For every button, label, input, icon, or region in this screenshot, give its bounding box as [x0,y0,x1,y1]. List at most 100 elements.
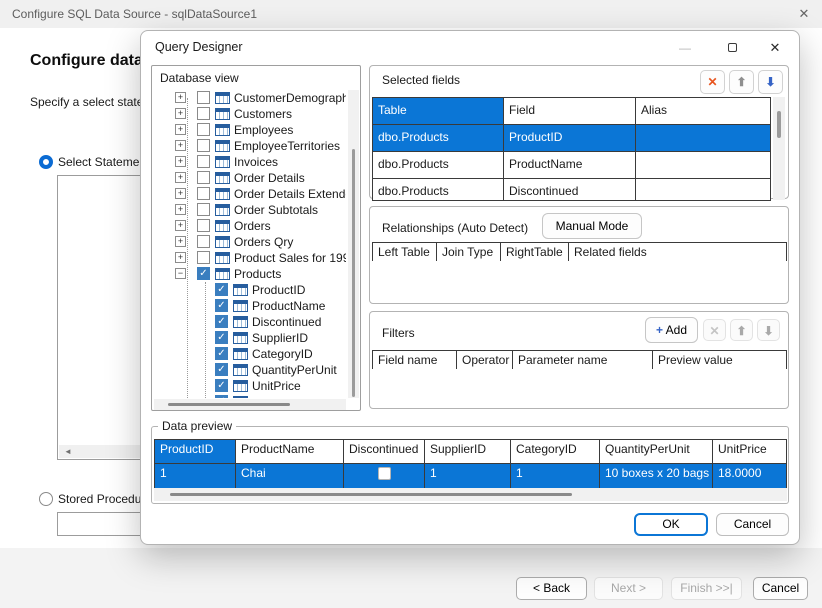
tree-vscroll-thumb[interactable] [352,149,355,397]
column-header-righttable[interactable]: RightTable [501,243,569,261]
tree-checkbox[interactable] [197,203,210,216]
scroll-left-icon[interactable]: ◄ [64,445,72,458]
column-header-categoryid[interactable]: CategoryID [511,440,600,463]
tree-item-discontinued[interactable]: ✓Discontinued [154,314,346,330]
tree-item-order-subtotals[interactable]: +Order Subtotals [154,202,346,218]
tree-item-customerdemograph[interactable]: +CustomerDemograph [154,90,346,106]
expand-icon[interactable]: + [175,236,186,247]
wizard-cancel-button[interactable]: Cancel [753,577,808,600]
expand-icon[interactable]: + [175,124,186,135]
tree-item-order-details-extende[interactable]: +Order Details Extende [154,186,346,202]
expand-icon[interactable]: + [175,92,186,103]
move-filter-down-button[interactable]: ⬇ [757,319,780,341]
tree-item-partial[interactable]: ✓ [154,394,346,398]
column-header-left-table[interactable]: Left Table [373,243,437,261]
column-header-supplierid[interactable]: SupplierID [425,440,511,463]
stored-procedure-radio[interactable] [39,492,53,506]
delete-filter-button[interactable]: ✕ [703,319,726,341]
tree-checkbox[interactable] [197,235,210,248]
tree-checkbox[interactable] [197,139,210,152]
tree-checkbox[interactable] [197,155,210,168]
column-header-preview-value[interactable]: Preview value [653,351,786,369]
tree-checkbox[interactable] [197,91,210,104]
select-statement-textarea[interactable]: ◄ [57,175,149,460]
tree-item-productname[interactable]: ✓ProductName [154,298,346,314]
move-filter-up-button[interactable]: ⬆ [730,319,753,341]
tree-horizontal-scrollbar[interactable] [154,399,346,410]
tree-checkbox[interactable] [197,219,210,232]
minimize-icon[interactable]: — [672,36,698,60]
tree-checkbox[interactable]: ✓ [197,267,210,280]
delete-field-button[interactable]: ✕ [700,70,725,94]
data-preview-scrollbar[interactable] [154,488,787,501]
column-header-unitprice[interactable]: UnitPrice [713,440,786,463]
column-header-parameter-name[interactable]: Parameter name [513,351,653,369]
tree-item-invoices[interactable]: +Invoices [154,154,346,170]
column-header-productid[interactable]: ProductID [155,440,236,463]
tree-checkbox[interactable]: ✓ [215,347,228,360]
expand-icon[interactable]: + [175,156,186,167]
tree-item-employeeterritories[interactable]: +EmployeeTerritories [154,138,346,154]
finish-button[interactable]: Finish >>| [671,577,742,600]
tree-checkbox[interactable]: ✓ [215,395,228,398]
expand-icon[interactable]: + [175,204,186,215]
tree-checkbox[interactable] [197,171,210,184]
expand-icon[interactable]: + [175,108,186,119]
column-header-operator[interactable]: Operator [457,351,513,369]
expand-icon[interactable]: + [175,172,186,183]
tree-checkbox[interactable] [197,251,210,264]
tree-item-categoryid[interactable]: ✓CategoryID [154,346,346,362]
add-filter-button[interactable]: + Add [645,317,698,343]
column-header-field[interactable]: Field [504,98,636,124]
tree-checkbox[interactable]: ✓ [215,299,228,312]
tree-hscroll-thumb[interactable] [168,403,290,406]
discontinued-checkbox[interactable] [378,467,391,480]
tree-checkbox[interactable] [197,187,210,200]
expand-icon[interactable]: + [175,220,186,231]
move-field-up-button[interactable]: ⬆ [729,70,754,94]
next-button[interactable]: Next > [594,577,663,600]
tree-item-orders[interactable]: +Orders [154,218,346,234]
tree-checkbox[interactable]: ✓ [215,363,228,376]
column-header-discontinued[interactable]: Discontinued [344,440,425,463]
tree-vertical-scrollbar[interactable] [348,90,359,398]
collapse-icon[interactable]: − [175,268,186,279]
tree-item-customers[interactable]: +Customers [154,106,346,122]
manual-mode-button[interactable]: Manual Mode [542,213,642,239]
move-field-down-button[interactable]: ⬇ [758,70,783,94]
data-preview-scroll-thumb[interactable] [170,493,572,496]
column-header-alias[interactable]: Alias [636,98,770,124]
tree-checkbox[interactable]: ✓ [215,331,228,344]
table-row[interactable]: dbo.ProductsProductName [373,152,770,179]
stored-procedure-field[interactable] [57,512,149,536]
window-close-icon[interactable]: ✕ [788,0,820,28]
selected-fields-scroll-thumb[interactable] [777,111,781,138]
textarea-hscrollbar[interactable]: ◄ [59,445,147,458]
tree-checkbox[interactable] [197,123,210,136]
tree-item-productid[interactable]: ✓ProductID [154,282,346,298]
column-header-productname[interactable]: ProductName [236,440,344,463]
back-button[interactable]: < Back [516,577,587,600]
column-header-join-type[interactable]: Join Type [437,243,501,261]
tree-item-supplierid[interactable]: ✓SupplierID [154,330,346,346]
expand-icon[interactable]: + [175,188,186,199]
column-header-quantityperunit[interactable]: QuantityPerUnit [600,440,713,463]
tree-checkbox[interactable]: ✓ [215,379,228,392]
tree-item-product-sales-for-1997[interactable]: +Product Sales for 1997 [154,250,346,266]
table-row[interactable]: dbo.ProductsDiscontinued [373,179,770,201]
expand-icon[interactable]: + [175,252,186,263]
tree-item-orders-qry[interactable]: +Orders Qry [154,234,346,250]
table-row[interactable]: dbo.ProductsProductID [373,125,770,152]
select-statement-radio[interactable] [39,155,53,169]
ok-button[interactable]: OK [634,513,708,536]
tree-item-products[interactable]: −✓Products [154,266,346,282]
dialog-close-icon[interactable]: ✕ [762,36,788,60]
selected-fields-scrollbar[interactable] [773,97,785,200]
tree-item-quantityperunit[interactable]: ✓QuantityPerUnit [154,362,346,378]
tree-checkbox[interactable] [197,107,210,120]
column-header-related-fields[interactable]: Related fields [569,243,786,261]
column-header-table[interactable]: Table [373,98,504,124]
tree-checkbox[interactable]: ✓ [215,283,228,296]
tree-item-employees[interactable]: +Employees [154,122,346,138]
expand-icon[interactable]: + [175,140,186,151]
